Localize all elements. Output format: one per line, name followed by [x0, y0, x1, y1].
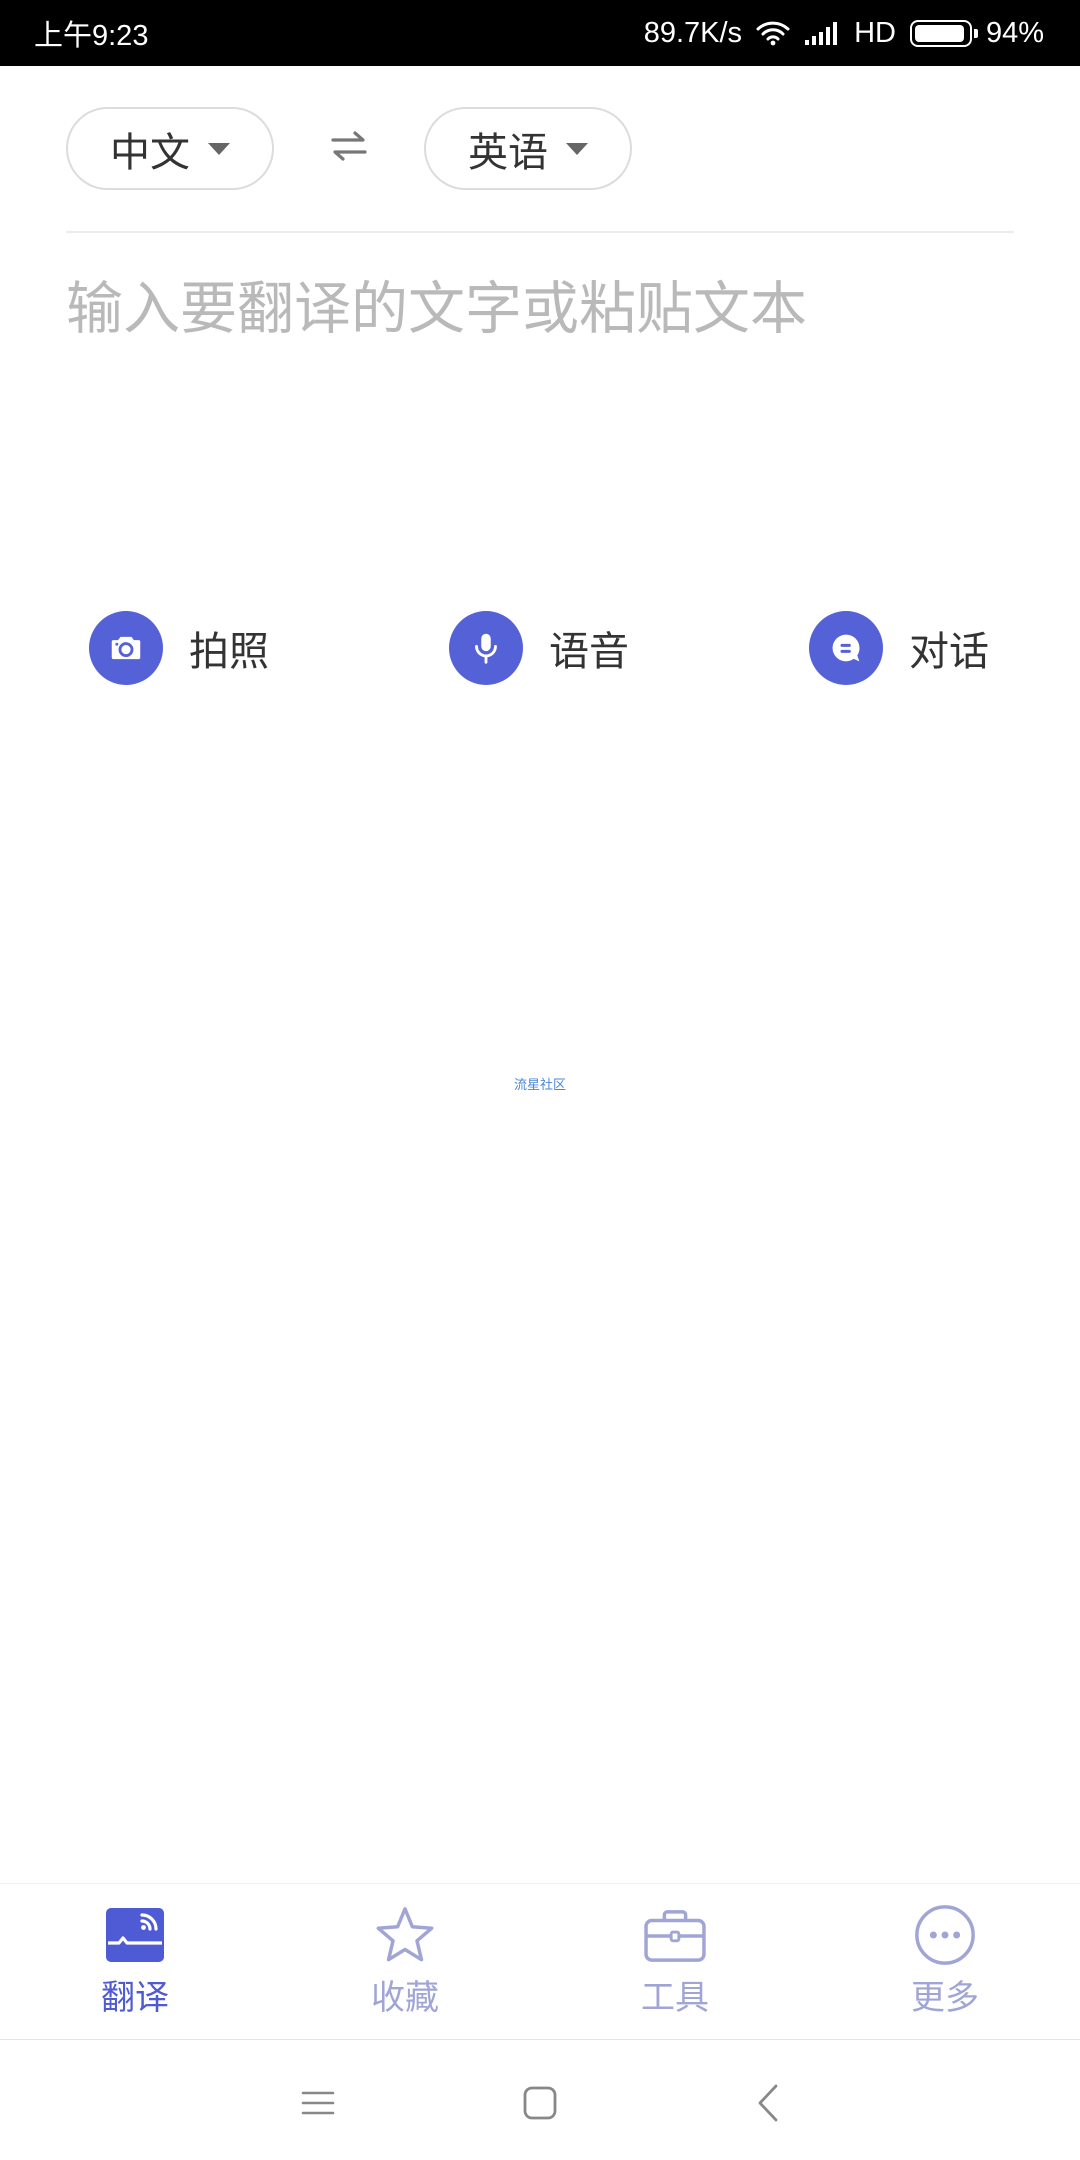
dialogue-label: 对话	[909, 630, 989, 674]
caret-down-icon	[208, 142, 230, 155]
back-button[interactable]	[718, 2055, 818, 2155]
target-language-selector[interactable]: 英语	[424, 107, 632, 190]
nav-item-favorites[interactable]: 收藏	[270, 1884, 540, 2039]
microphone-icon	[449, 611, 523, 685]
network-type: HD	[854, 16, 896, 49]
status-indicators: 89.7K/s HD 94%	[644, 17, 1044, 50]
chat-icon	[809, 611, 883, 685]
translation-input[interactable]	[66, 272, 1014, 572]
nav-label-favorites: 收藏	[371, 1979, 439, 2017]
caret-down-icon	[566, 142, 588, 155]
nav-item-tools[interactable]: 工具	[540, 1884, 810, 2039]
system-nav-bar	[0, 2040, 1080, 2160]
nav-label-more: 更多	[911, 1979, 979, 2017]
camera-icon	[89, 611, 163, 685]
star-icon	[372, 1902, 438, 1968]
photo-translate-button[interactable]: 拍照	[89, 611, 269, 685]
battery-fill	[914, 24, 964, 42]
net-speed: 89.7K/s	[643, 16, 743, 49]
translate-icon	[102, 1902, 168, 1968]
voice-label: 语音	[549, 630, 629, 674]
battery-percent: 94%	[985, 16, 1044, 49]
nav-item-translate[interactable]: 翻译	[0, 1884, 270, 2039]
back-icon	[756, 2083, 780, 2128]
home-icon	[523, 2086, 557, 2125]
target-language-label: 英语	[468, 130, 548, 175]
menu-icon	[301, 2089, 335, 2122]
divider	[66, 231, 1014, 233]
status-time: 上午9:23	[34, 20, 149, 52]
dialogue-translate-button[interactable]: 对话	[809, 611, 989, 685]
swap-languages-button[interactable]	[326, 126, 372, 170]
home-button[interactable]	[490, 2055, 590, 2155]
status-bar: 上午9:23 89.7K/s HD 94%	[0, 0, 1080, 66]
nav-label-translate: 翻译	[101, 1979, 169, 2017]
nav-label-tools: 工具	[641, 1979, 709, 2017]
source-language-label: 中文	[110, 130, 190, 175]
more-icon	[912, 1902, 978, 1968]
voice-translate-button[interactable]: 语音	[449, 611, 629, 685]
battery-nub	[973, 28, 978, 38]
recent-apps-button[interactable]	[268, 2055, 368, 2155]
nav-item-more[interactable]: 更多	[810, 1884, 1080, 2039]
bottom-nav: 翻译 收藏 工具 更多	[0, 1883, 1080, 2040]
signal-icon	[804, 20, 840, 46]
battery-icon	[909, 19, 978, 47]
toolbox-icon	[642, 1902, 708, 1968]
swap-arrows-icon	[329, 128, 369, 169]
source-language-selector[interactable]: 中文	[66, 107, 274, 190]
watermark: 流星社区	[513, 1077, 566, 1092]
wifi-icon	[756, 20, 790, 46]
photo-label: 拍照	[189, 630, 269, 674]
